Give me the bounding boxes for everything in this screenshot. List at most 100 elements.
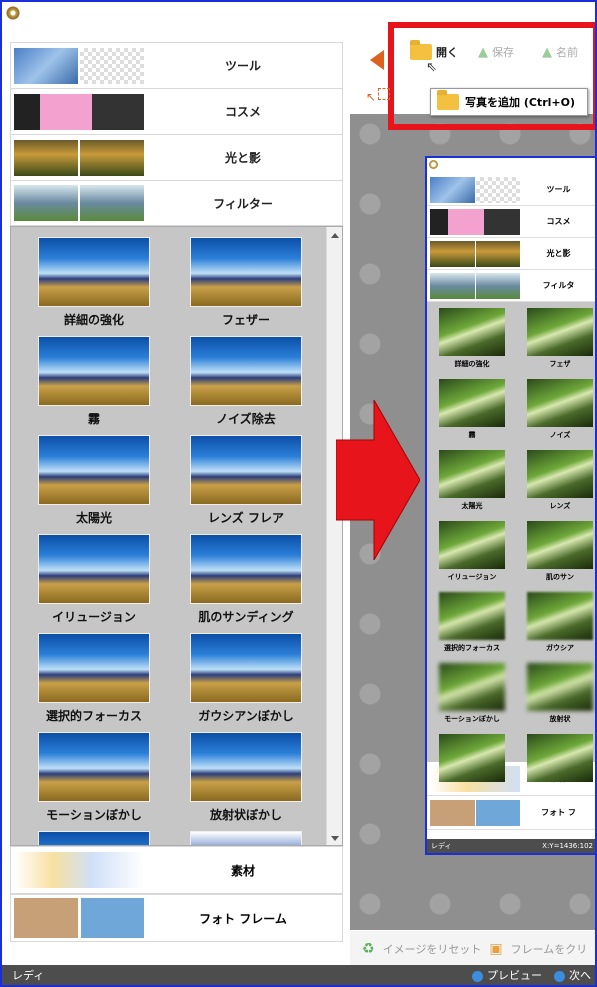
effect-item[interactable]: 選択的フォーカス <box>19 627 169 727</box>
effect-item[interactable]: ノイズ除去 <box>171 330 321 430</box>
inner-category-light-shadow: 光と影 <box>427 238 595 270</box>
effect-thumbnail <box>190 534 302 604</box>
effect-item[interactable]: 太陽光 <box>19 429 169 529</box>
next-button[interactable]: 次へ <box>554 967 591 983</box>
clear-frame-button[interactable]: フレームをクリ <box>511 941 588 957</box>
category-label: 素材 <box>230 863 255 878</box>
inner-effect-label: ノイズ <box>549 431 571 439</box>
effect-thumbnail <box>38 336 150 406</box>
select-tool-icon[interactable]: ↖ <box>366 90 376 104</box>
effect-label: 放射状ぼかし <box>209 808 282 822</box>
effect-item[interactable]: レンズ フレア <box>171 429 321 529</box>
effect-thumbnail <box>38 732 150 802</box>
inner-category-label: コスメ <box>546 217 571 226</box>
next-label: 次へ <box>569 969 591 982</box>
effect-thumbnail <box>190 831 302 845</box>
category-label: フォト フレーム <box>199 911 287 926</box>
effect-item[interactable]: ガウシアンぼかし <box>171 627 321 727</box>
effect-item[interactable]: 放射状ぼかし <box>171 726 321 826</box>
inner-effect-label: 選択的フォーカス <box>444 644 500 652</box>
inner-effect-label: モーションぼかし <box>444 715 500 723</box>
inner-effect-label: フェザ <box>549 360 571 368</box>
category-thumbnail <box>14 898 144 938</box>
scroll-down-icon[interactable] <box>331 836 339 841</box>
category-label: フィルター <box>213 196 273 211</box>
inner-effect-item: 肌のサン <box>517 517 595 587</box>
frame-icon: ▣ <box>489 941 503 957</box>
inner-effect-item: 選択的フォーカス <box>429 588 515 658</box>
category-light-shadow[interactable]: 光と影 <box>10 134 343 180</box>
status-ready: レディ <box>12 969 45 982</box>
preview-button[interactable]: プレビュー <box>472 967 542 983</box>
effect-item[interactable] <box>19 825 169 845</box>
category-thumbnail <box>14 47 144 84</box>
inner-effect-item: 詳細の強化 <box>429 304 515 374</box>
effect-thumbnail <box>38 435 150 505</box>
effect-label: 太陽光 <box>75 511 112 525</box>
effect-label: 詳細の強化 <box>63 313 124 327</box>
back-arrow-icon[interactable] <box>370 50 384 70</box>
app-gear-icon <box>429 160 438 169</box>
category-thumbnail <box>14 93 144 130</box>
app-window: ツール コスメ 光と影 フィルター 詳細の強化 フェザー 霧 ノイズ除去 太陽光… <box>0 0 597 987</box>
effect-label: イリュージョン <box>52 610 136 624</box>
inner-status-bar: レディ X:Y=1436:102 <box>427 839 595 853</box>
inner-effect-item: レンズ <box>517 446 595 516</box>
category-tools[interactable]: ツール <box>10 42 343 88</box>
effect-label: ガウシアンぼかし <box>198 709 294 723</box>
big-arrow-icon <box>336 400 420 560</box>
category-cosmetics[interactable]: コスメ <box>10 88 343 134</box>
reset-image-button[interactable]: イメージをリセット <box>383 941 482 957</box>
inner-category-label: フォト フ <box>541 808 576 817</box>
category-label: ツール <box>224 59 261 73</box>
inner-effect-item: フェザ <box>517 304 595 374</box>
marquee-tool-icon[interactable] <box>378 88 390 100</box>
effect-thumbnail <box>190 732 302 802</box>
status-bar: レディ プレビュー 次へ <box>2 965 595 985</box>
effect-label: ノイズ除去 <box>216 412 276 426</box>
inner-category-photo-frame: フォト フ <box>427 796 595 830</box>
category-photo-frame[interactable]: フォト フレーム <box>10 894 343 942</box>
effect-item[interactable]: フェザー <box>171 231 321 331</box>
category-thumbnail <box>14 852 144 888</box>
category-filter[interactable]: フィルター <box>10 180 343 226</box>
inner-effect-label: 霧 <box>468 431 476 439</box>
effect-label: 肌のサンディング <box>198 610 294 624</box>
inner-effect-item: ガウシア <box>517 588 595 658</box>
effect-thumbnail <box>190 435 302 505</box>
effect-item[interactable]: イリュージョン <box>19 528 169 628</box>
effect-item[interactable]: 詳細の強化 <box>19 231 169 331</box>
effect-thumbnail <box>38 831 150 845</box>
effect-item[interactable] <box>171 825 321 845</box>
category-materials[interactable]: 素材 <box>10 846 343 894</box>
effect-thumbnail <box>38 237 150 307</box>
effect-label: 選択的フォーカス <box>45 709 142 723</box>
inner-status-coords: X:Y=1436:102 <box>542 842 593 850</box>
scroll-up-icon[interactable] <box>331 233 339 238</box>
effect-thumbnail <box>38 633 150 703</box>
recycle-icon[interactable]: ♻ <box>362 941 375 957</box>
inner-effect-item: モーションぼかし <box>429 659 515 729</box>
category-label: 光と影 <box>224 151 261 165</box>
inner-effect-item <box>517 730 595 800</box>
inner-effect-item: ノイズ <box>517 375 595 445</box>
inner-effect-label: 肌のサン <box>546 573 574 581</box>
effect-item[interactable]: 霧 <box>19 330 169 430</box>
effect-label: 霧 <box>87 412 100 426</box>
inner-category-label: ツール <box>546 185 571 194</box>
effect-label: モーションぼかし <box>46 808 142 822</box>
inner-category-tools: ツール <box>427 174 595 206</box>
effect-label: レンズ フレア <box>208 511 284 525</box>
app-gear-icon[interactable] <box>6 6 20 20</box>
effect-thumbnail <box>190 336 302 406</box>
inner-effect-item: イリュージョン <box>429 517 515 587</box>
effect-item[interactable]: モーションぼかし <box>19 726 169 826</box>
inner-effect-item: 霧 <box>429 375 515 445</box>
left-panel: ツール コスメ 光と影 フィルター 詳細の強化 フェザー 霧 ノイズ除去 太陽光… <box>10 42 343 942</box>
inner-effect-label: ガウシア <box>546 644 574 652</box>
effect-item[interactable]: 肌のサンディング <box>171 528 321 628</box>
effect-thumbnail <box>190 633 302 703</box>
next-icon <box>554 970 565 982</box>
inner-status-ready: レディ <box>431 842 452 850</box>
preview-icon <box>472 970 483 982</box>
